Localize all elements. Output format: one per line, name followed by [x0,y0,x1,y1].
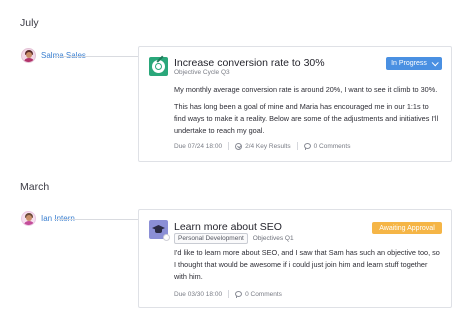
comment-icon [303,143,311,150]
comments-link[interactable]: 0 Comments [303,142,351,150]
objective-cycle: Objectives Q1 [252,235,294,242]
timeline-connector [54,219,138,220]
objective-description: I'd like to learn more about SEO, and I … [174,247,441,288]
timeline-connector [54,56,138,57]
comments-link[interactable]: 0 Comments [235,291,282,298]
divider [296,142,298,150]
description-paragraph: I'd like to learn more about SEO, and I … [174,248,440,281]
month-heading: July [20,17,39,29]
objective-meta: Due 07/24 18:00 2/4 Key Results 0 Commen… [174,142,350,150]
status-badge: Awaiting Approval [372,222,442,234]
comments-count: 0 Comments [313,142,351,150]
objective-card[interactable]: Learn more about SEO Personal Developmen… [138,209,452,308]
key-results-link[interactable]: 2/4 Key Results [235,142,291,150]
category-tag: Personal Development [174,233,248,244]
objective-title[interactable]: Increase conversion rate to 30% [174,57,325,69]
objective-description: My monthly average conversion rate is ar… [174,84,441,142]
description-paragraph: This has long been a goal of mine and Ma… [174,102,439,135]
lock-icon [163,234,170,241]
comments-count: 0 Comments [245,290,282,298]
due-date: Due 03/30 18:00 [174,290,223,298]
divider [228,290,230,298]
status-label: In Progress [391,60,427,67]
divider [228,142,230,150]
description-paragraph: My monthly average conversion rate is ar… [174,85,438,94]
objective-cycle: Objective Cycle Q3 [174,69,230,76]
objective-title[interactable]: Learn more about SEO [174,221,282,233]
objective-meta: Due 03/30 18:00 0 Comments [174,290,282,298]
avatar [21,211,36,226]
graduation-cap-icon [149,220,170,241]
month-heading: March [20,181,50,193]
due-date: Due 07/24 18:00 [174,142,223,150]
key-results-count: 2/4 Key Results [245,142,291,150]
chevron-down-icon [431,59,439,67]
check-circle-icon [235,142,243,150]
target-icon [149,55,168,76]
objective-card[interactable]: Increase conversion rate to 30% Objectiv… [138,46,452,162]
status-dropdown-button[interactable]: In Progress [386,57,442,70]
avatar [21,48,36,63]
objective-tags: Personal Development Objectives Q1 [174,233,294,244]
comment-icon [235,291,243,298]
